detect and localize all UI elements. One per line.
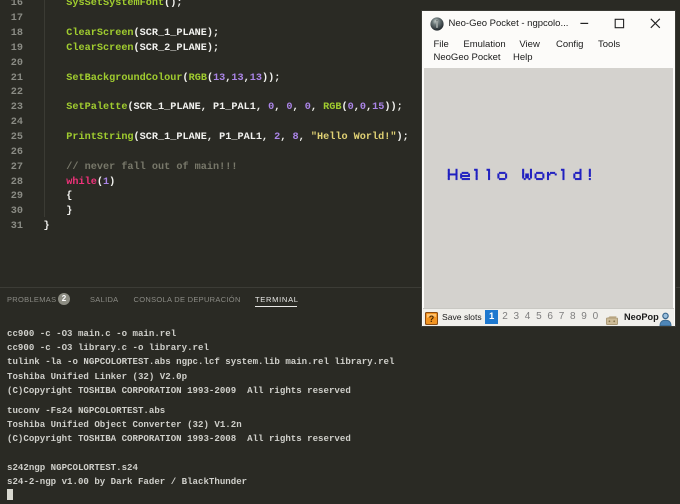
svg-text:?: ? [428,314,434,324]
